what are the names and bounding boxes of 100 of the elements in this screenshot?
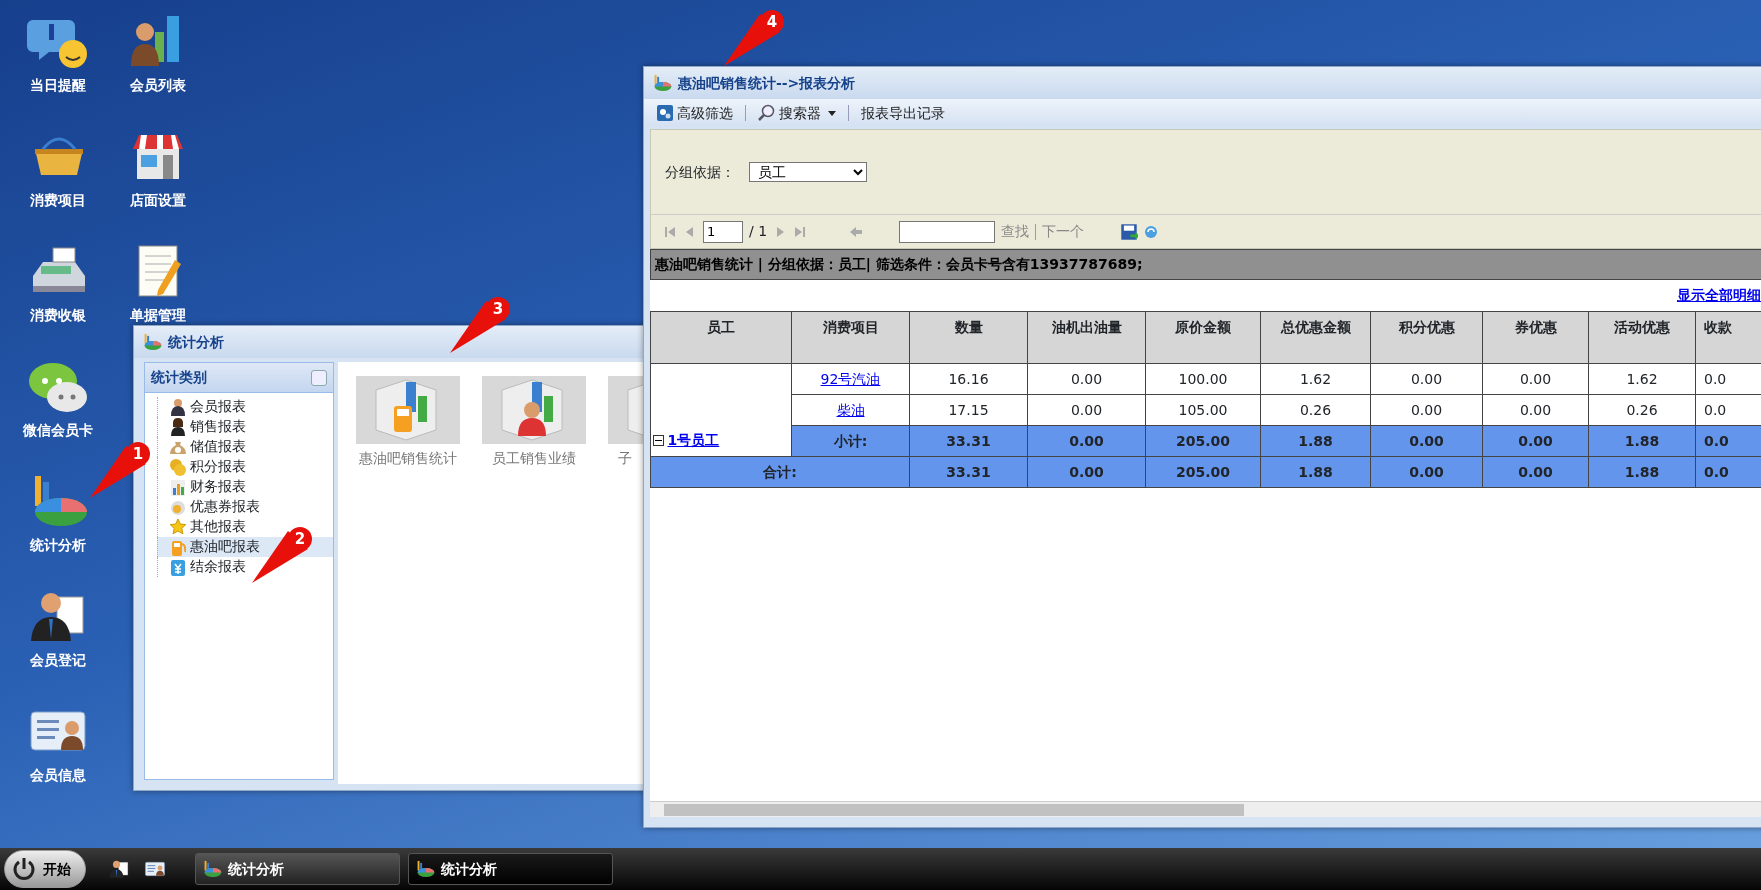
table-cell: 0.00 [1482, 456, 1589, 488]
start-button[interactable]: 开始 [4, 850, 86, 888]
table-cell: 0.00 [1027, 394, 1146, 426]
search-icon [758, 104, 776, 122]
table-cell: 16.16 [909, 363, 1028, 395]
tree-item[interactable]: 销售报表 [157, 416, 333, 437]
desktop-icon-label[interactable]: 消费收银 [30, 306, 86, 324]
table-cell: 0.26 [1260, 394, 1371, 426]
table-cell: 1.62 [1588, 363, 1696, 395]
tree-item[interactable]: 财务报表 [157, 476, 333, 497]
table-cell: 33.31 [909, 456, 1028, 488]
panel-title: 统计类别 [151, 368, 207, 387]
pie-chart-icon [202, 859, 222, 879]
table-cell: 1.62 [1260, 363, 1371, 395]
pie-chart-icon [652, 73, 672, 93]
bar-chart-icon [170, 477, 186, 496]
toolbar-button[interactable]: 报表导出记录 [857, 102, 949, 124]
desktop-icon-label[interactable]: 会员信息 [30, 766, 86, 784]
item-link[interactable]: 柴油 [836, 401, 865, 418]
table-cell: 0.00 [1370, 425, 1483, 457]
save-icon[interactable] [1120, 222, 1139, 241]
find-field[interactable] [899, 220, 996, 243]
toolbar-button[interactable]: 高级筛选 [652, 102, 737, 124]
column-header: 活动优惠 [1588, 311, 1696, 364]
pie-chart-icon [142, 332, 162, 352]
table-cell: 100.00 [1145, 363, 1261, 395]
report-tile-icon [482, 376, 586, 444]
window-title: 惠油吧销售统计-->报表分析 [678, 73, 856, 93]
table-cell: 小计: [791, 425, 910, 457]
report-tile-label[interactable]: 子 [618, 448, 632, 468]
desktop-icon-label[interactable]: 会员登记 [30, 651, 86, 669]
desktop-icon-label[interactable]: 当日提醒 [30, 76, 86, 94]
refresh-button[interactable] [311, 369, 327, 386]
column-header: 收款 [1695, 311, 1761, 364]
yen-icon [170, 557, 186, 576]
column-header: 原价金额 [1145, 311, 1261, 364]
power-icon [11, 856, 37, 882]
table-cell: 33.31 [909, 425, 1028, 457]
group-by-select[interactable]: 员工 [749, 162, 867, 182]
star-icon [170, 517, 186, 536]
desktop-icon-label[interactable]: 统计分析 [30, 536, 86, 554]
table-cell: 1.88 [1260, 456, 1371, 488]
table-cell: 1.88 [1588, 456, 1696, 488]
first-page-icon[interactable] [663, 224, 677, 239]
desktop-icon-label[interactable]: 店面设置 [130, 191, 186, 209]
column-header: 员工 [650, 311, 792, 364]
table-cell: 205.00 [1145, 425, 1261, 457]
table-cell: 合计: [650, 456, 910, 488]
refresh-icon[interactable] [1144, 224, 1159, 239]
tree-item[interactable]: 储值报表 [157, 436, 333, 457]
person-icon[interactable] [108, 858, 130, 880]
table-cell: 0.00 [1370, 363, 1483, 395]
window-title: 统计分析 [168, 332, 224, 352]
table-cell: 205.00 [1145, 456, 1261, 488]
table-cell: 1.88 [1588, 425, 1696, 457]
toolbar-button[interactable]: 搜索器 [754, 102, 840, 124]
page-total: / 1 [749, 222, 768, 241]
report-tile-icon [356, 376, 460, 444]
group-link[interactable]: 1号员工 [667, 430, 720, 451]
table-cell: 17.15 [909, 394, 1028, 426]
table-cell: 0.00 [1482, 394, 1589, 426]
table-cell: 0.26 [1588, 394, 1696, 426]
table-cell: 0.00 [1482, 425, 1589, 457]
taskbar-button[interactable]: 统计分析 [408, 853, 613, 885]
collapse-icon[interactable] [653, 435, 664, 446]
tree-item[interactable]: 优惠券报表 [157, 496, 333, 517]
table-cell: 0.00 [1370, 394, 1483, 426]
desktop-icon-label[interactable]: 单据管理 [130, 306, 186, 324]
table-cell: 1.88 [1260, 425, 1371, 457]
table-cell: 0.0 [1695, 456, 1761, 488]
report-tile-label[interactable]: 惠油吧销售统计 [359, 448, 457, 468]
table-cell: 0.00 [1027, 363, 1146, 395]
last-page-icon[interactable] [793, 224, 808, 239]
person-icon [170, 397, 186, 416]
column-header: 油机出油量 [1027, 311, 1146, 364]
report-header: 惠油吧销售统计 | 分组依据：员工| 筛选条件：会员卡号含有13937787689; [650, 249, 1761, 280]
person-icon [170, 417, 186, 436]
column-header: 积分优惠 [1370, 311, 1483, 364]
table-cell: 105.00 [1145, 394, 1261, 426]
desktop-icon-label[interactable]: 会员列表 [130, 76, 186, 94]
field-label: 分组依据： [665, 162, 735, 182]
table-cell: 0.0 [1695, 425, 1761, 457]
caret-icon [828, 110, 836, 116]
horizontal-scrollbar[interactable] [650, 801, 1761, 817]
page-field[interactable]: 1 [703, 220, 743, 243]
desktop-icon-label[interactable]: 消费项目 [30, 191, 86, 209]
table-cell: 0.00 [1370, 456, 1483, 488]
taskbar-button[interactable]: 统计分析 [195, 853, 400, 885]
back-arrow-icon[interactable] [849, 224, 864, 239]
table-cell: 0.00 [1027, 456, 1146, 488]
tree-item[interactable]: 积分报表 [157, 456, 333, 477]
desktop-icon-label[interactable]: 微信会员卡 [23, 421, 93, 439]
column-header: 券优惠 [1482, 311, 1589, 364]
pie-chart-icon [415, 859, 435, 879]
gears-icon [656, 104, 674, 122]
tree-item[interactable]: 会员报表 [157, 396, 333, 417]
table-cell: 0.00 [1027, 425, 1146, 457]
show-all-link[interactable]: 显示全部明细 [1677, 285, 1761, 306]
report-tile-label[interactable]: 员工销售业绩 [492, 448, 576, 468]
column-header: 总优惠金额 [1260, 311, 1371, 364]
